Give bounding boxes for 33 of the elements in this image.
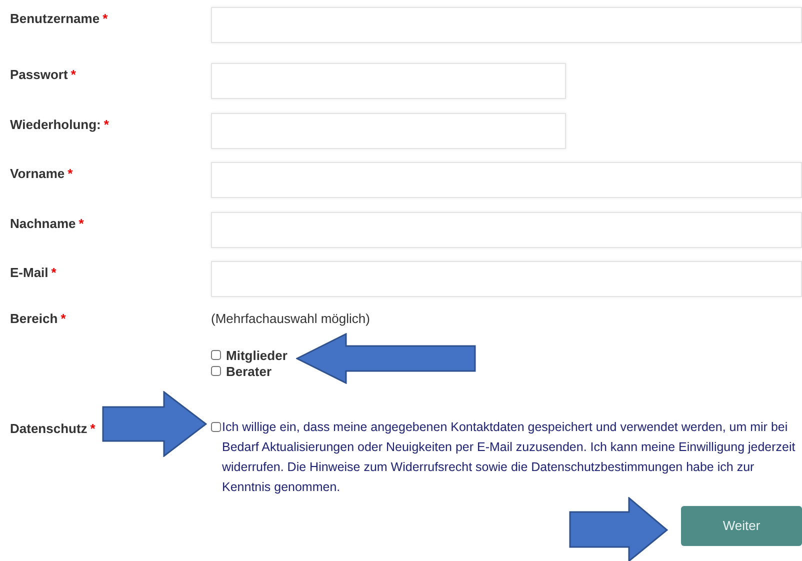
field-label: Nachname: [10, 216, 76, 230]
next-button[interactable]: Weiter: [681, 506, 802, 546]
input-field[interactable]: [211, 112, 566, 148]
right-arrow-icon: [569, 497, 668, 561]
field-label: Datenschutz: [10, 420, 88, 436]
required-mark: *: [70, 67, 76, 82]
input-field[interactable]: [211, 261, 802, 297]
input-field[interactable]: [211, 7, 802, 43]
required-mark: *: [102, 11, 108, 26]
input-field[interactable]: [211, 63, 566, 99]
required-mark: *: [60, 310, 66, 326]
required-mark: *: [68, 166, 73, 181]
field-label: Bereich: [10, 310, 58, 326]
required-mark: *: [78, 216, 84, 230]
hint-text: (Mehrfachauswahl möglich): [211, 310, 370, 326]
checkbox[interactable]: [211, 366, 221, 376]
checkbox[interactable]: [211, 350, 221, 360]
field-label: Passwort: [10, 67, 68, 82]
field-label: Wiederholung:: [10, 116, 101, 132]
consent-text: Ich willige ein, dass meine angegebenen Kontaktdaten gespeichert und verwendet werden, um mir bei Bedarf Aktualisierungen oder Neuigkeiten per E-Mail zuzusenden. Ich kann meine Einwilligung jederzeit widerrufen. Die Hinweise zum Widerrufsrecht sowie die Datenschutzbestimmungen habe ich zur Kenntnis genommen.: [222, 418, 796, 496]
required-mark: *: [51, 265, 56, 280]
input-field[interactable]: [211, 162, 802, 198]
required-mark: *: [104, 116, 109, 132]
left-arrow-icon: [296, 333, 477, 384]
right-arrow-icon: [102, 391, 207, 457]
input-field[interactable]: [211, 212, 802, 248]
consent-checkbox[interactable]: [211, 422, 221, 432]
field-label: E-Mail: [10, 265, 48, 280]
field-label: Benutzername: [10, 11, 100, 26]
required-mark: *: [90, 420, 96, 436]
field-label: Vorname: [10, 166, 65, 181]
checkbox-label: Mitglieder: [226, 348, 288, 362]
checkbox-label: Berater: [226, 364, 272, 378]
